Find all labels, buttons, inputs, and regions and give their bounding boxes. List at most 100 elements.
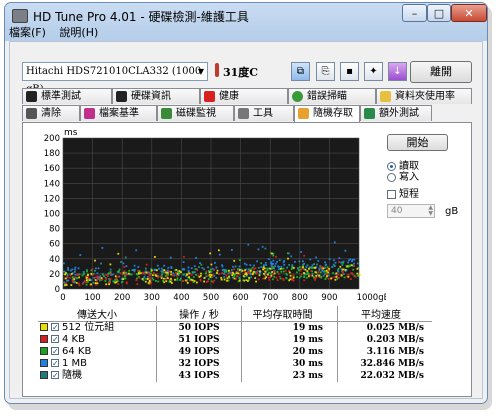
tab-folder-usage[interactable]: 資料夾使用率 (376, 88, 472, 104)
chart-point (212, 281, 214, 284)
close-button[interactable]: ✕ (451, 4, 487, 22)
menu-file[interactable]: 檔案(F) (9, 26, 46, 39)
chart-point (289, 278, 292, 281)
short-stroke-checkbox[interactable] (387, 189, 396, 199)
short-stroke-option[interactable]: 短程 (387, 189, 419, 201)
chart-point (245, 275, 248, 278)
y-tick-label: 80 (49, 225, 60, 235)
file-benchmark-icon (84, 108, 95, 119)
drive-select[interactable]: Hitachi HDS721010CLA332 (1000 gB) ▼ (22, 62, 208, 95)
tab-file-benchmark[interactable]: 檔案基準 (80, 105, 157, 121)
chart-point (268, 279, 271, 281)
chart-point (90, 283, 92, 286)
chart-point (125, 271, 127, 274)
copy-text-icon[interactable]: ⎘ (316, 62, 335, 81)
write-radio[interactable] (387, 172, 396, 182)
table-row: ✓ 隨機 43 IOPS 23 ms 22.032 MB/s (38, 370, 432, 382)
chart-point (297, 267, 299, 269)
health-cross-icon (204, 91, 215, 102)
chart-point (201, 267, 204, 269)
chart-point (67, 269, 69, 271)
chart-point (221, 272, 223, 274)
tab-health[interactable]: 健康 (200, 88, 288, 104)
chart-point (136, 277, 138, 280)
chart-point (292, 278, 294, 281)
tab-error-scan[interactable]: 錯誤掃瞄 (288, 88, 376, 104)
write-option[interactable]: 寫入 (387, 172, 419, 184)
chart-point (161, 270, 163, 273)
tab-benchmark[interactable]: 標準測試 (22, 88, 112, 104)
tab-disk-monitor[interactable]: 磁碟監視 (157, 105, 234, 121)
chart-point (249, 273, 252, 276)
chart-point (276, 279, 279, 281)
chart-point (65, 282, 68, 285)
chart-point (330, 277, 332, 280)
series-checkbox[interactable]: ✓ (51, 347, 59, 356)
tab-tools[interactable]: 工具 (234, 105, 294, 121)
read-radio[interactable] (387, 161, 396, 171)
chart-point (212, 274, 214, 277)
chart-point (133, 264, 136, 267)
series-checkbox[interactable]: ✓ (51, 371, 59, 380)
series-checkbox[interactable]: ✓ (51, 359, 59, 368)
tab-random-access[interactable]: 隨機存取 (294, 105, 360, 122)
chart-point (210, 274, 213, 276)
row-size-label: 1 MB (62, 358, 88, 369)
chart-point (188, 276, 190, 278)
chart-point (74, 266, 77, 269)
chart-point (97, 267, 100, 270)
chart-point (262, 268, 264, 271)
chart-point (73, 278, 76, 281)
chart-point (163, 264, 165, 267)
table-row: ✓ 512 位元組 50 IOPS 19 ms 0.025 MB/s (38, 321, 432, 334)
start-button[interactable]: 開始 (387, 134, 448, 151)
row-access-time: 20 ms (241, 346, 338, 358)
chart-point (342, 262, 344, 264)
chart-point (124, 277, 127, 280)
tab-extra-tests[interactable]: 額外測試 (360, 105, 432, 121)
y-axis-label: ms (64, 128, 78, 138)
chart-point (109, 268, 112, 271)
y-tick-label: 0 (55, 285, 60, 295)
chart-point (306, 270, 309, 273)
minimize-button[interactable]: – (402, 4, 427, 22)
chart-point (311, 272, 314, 275)
chart-point (125, 281, 128, 284)
x-axis-ticks: 0 100 200 300 400 500 600 700 800 900 1000gB (60, 293, 386, 303)
copy-info-icon[interactable]: ⧉ (291, 62, 310, 81)
chart-point (303, 275, 305, 278)
chart-point (265, 276, 268, 278)
chart-point (276, 271, 279, 273)
chart-point (331, 266, 334, 268)
series-checkbox[interactable]: ✓ (51, 323, 59, 332)
chart-point (170, 277, 172, 280)
menu-help[interactable]: 說明(H) (59, 26, 98, 39)
chart-point (151, 274, 154, 277)
chart-point (71, 279, 74, 282)
chart-point (350, 264, 353, 267)
stepper-arrows-icon[interactable]: ▲ ▼ (428, 205, 433, 217)
tab-info[interactable]: 硬碟資訊 (112, 88, 200, 104)
exit-button[interactable]: 離開 (410, 61, 472, 83)
short-stroke-stepper[interactable]: 40 ▲ ▼ (387, 204, 435, 218)
chart-point (239, 269, 241, 271)
chart-point (298, 269, 300, 272)
y-tick-label: 100 (44, 210, 60, 220)
save-icon[interactable]: ▪ (340, 62, 359, 81)
chart-point (243, 262, 246, 265)
download-icon[interactable]: ↓ (388, 62, 407, 81)
tab-erase[interactable]: 清除 (22, 105, 80, 121)
chart-point (180, 271, 182, 273)
chart-point (81, 274, 84, 277)
chart-point (216, 272, 218, 274)
series-checkbox[interactable]: ✓ (51, 335, 59, 344)
chart-point (125, 273, 128, 276)
chart-point (309, 266, 312, 269)
options-icon[interactable]: ✦ (364, 62, 383, 81)
maximize-button[interactable]: □ (427, 4, 451, 22)
chart-point (358, 274, 361, 276)
row-size: ✓ 64 KB (38, 346, 157, 358)
chart-point (308, 275, 310, 278)
chart-point (107, 275, 109, 278)
chart-point (107, 272, 110, 275)
